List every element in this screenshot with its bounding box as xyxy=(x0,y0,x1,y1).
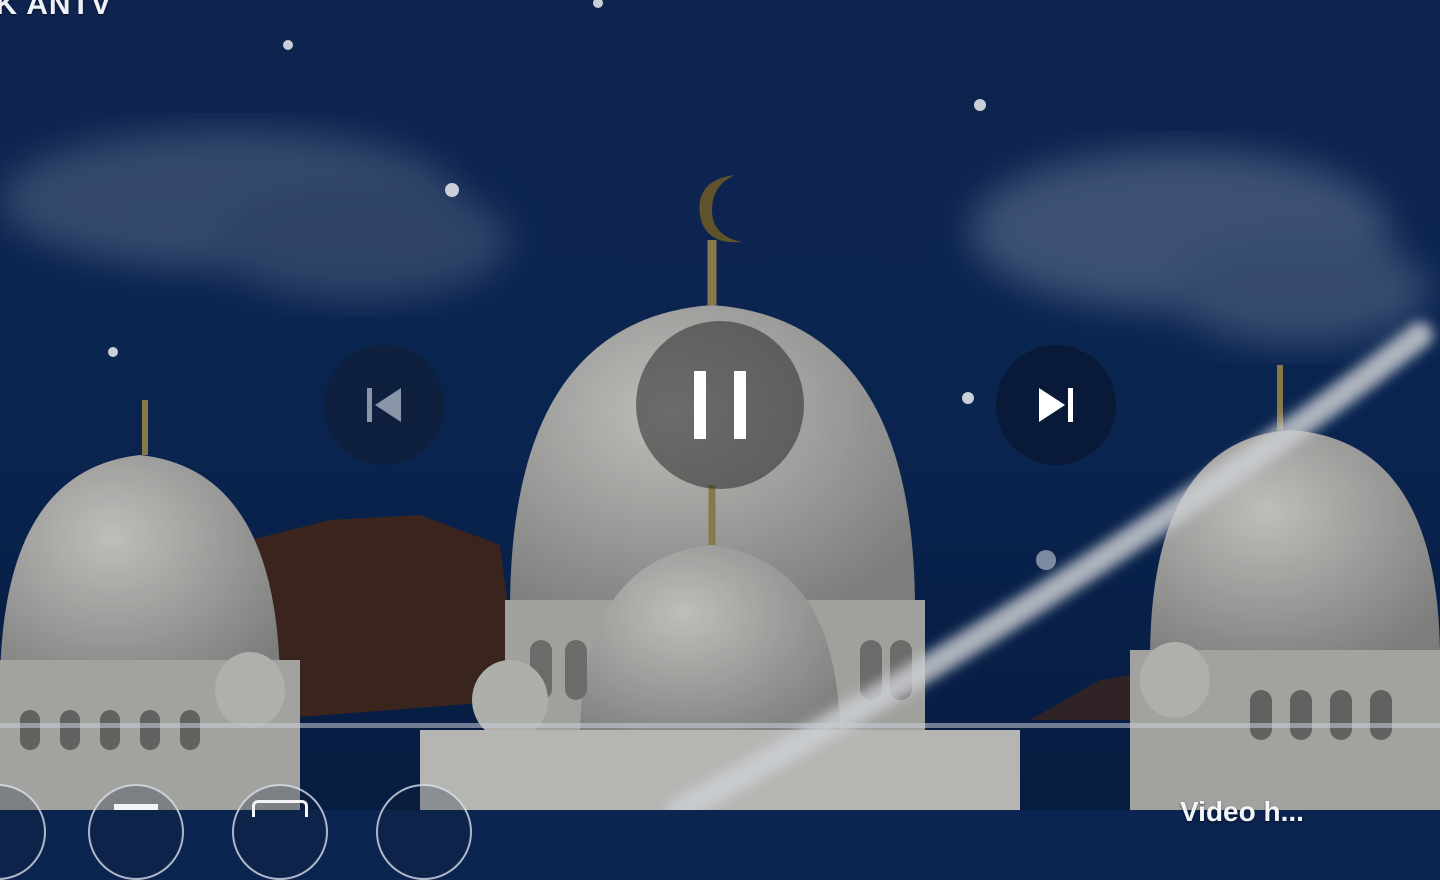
screen-icon xyxy=(252,800,308,817)
channel-watermark: IK ANTV xyxy=(0,0,112,21)
video-info-label: Video h... xyxy=(1180,796,1304,827)
pause-icon xyxy=(694,371,746,439)
previous-button[interactable] xyxy=(324,345,444,465)
seek-bar[interactable] xyxy=(0,723,1440,728)
pause-button[interactable] xyxy=(636,321,804,489)
next-button[interactable] xyxy=(996,345,1116,465)
menu-icon xyxy=(114,804,158,810)
bottom-button-4[interactable] xyxy=(376,784,472,880)
skip-next-icon xyxy=(1039,388,1073,422)
skip-previous-icon xyxy=(367,388,401,422)
bottom-button-2[interactable] xyxy=(88,784,184,880)
bottom-button-3[interactable] xyxy=(232,784,328,880)
